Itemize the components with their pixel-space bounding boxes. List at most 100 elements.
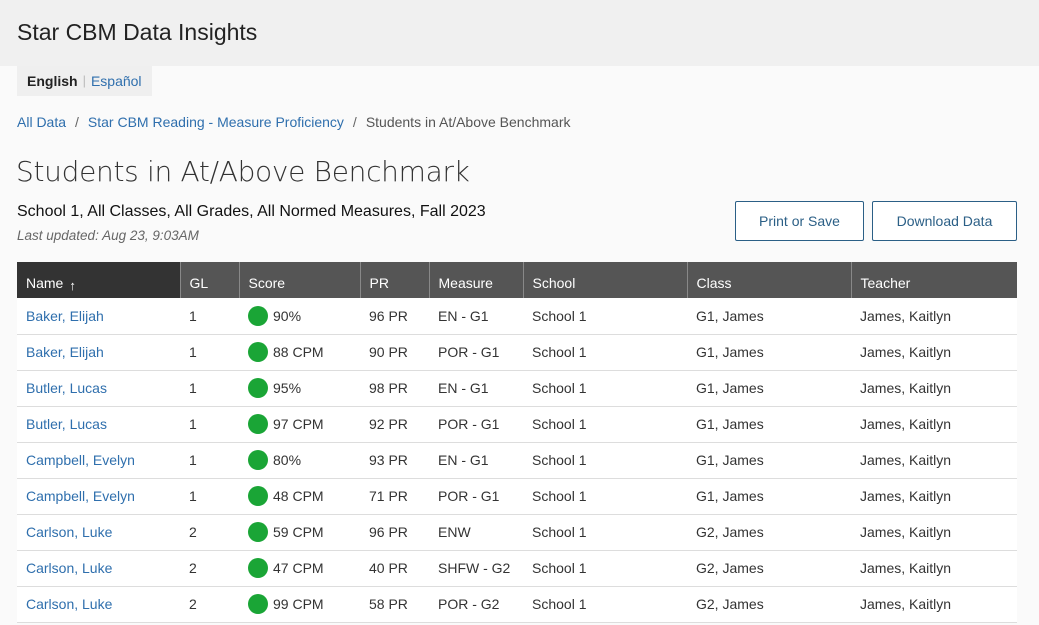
score-value: 80% bbox=[273, 452, 302, 468]
language-separator: | bbox=[82, 73, 86, 88]
breadcrumb-all-data[interactable]: All Data bbox=[17, 114, 66, 130]
column-header-label: GL bbox=[189, 275, 209, 291]
cell-percentile-rank: 58 PR bbox=[360, 586, 429, 623]
score-value: 99 CPM bbox=[273, 596, 324, 612]
column-header-label: Class bbox=[696, 275, 732, 291]
column-header-teacher[interactable]: Teacher bbox=[851, 262, 1017, 298]
cell-name-link[interactable]: Carlson, Luke bbox=[17, 586, 180, 623]
table-row: Carlson, Luke 2 99 CPM 58 PR POR - G2 School … bbox=[17, 586, 1017, 623]
cell-school: School 1 bbox=[523, 478, 687, 515]
breadcrumb-measure-proficiency[interactable]: Star CBM Reading - Measure Proficiency bbox=[88, 114, 344, 130]
cell-name-link[interactable]: Carlson, Luke bbox=[17, 550, 180, 587]
cell-percentile-rank: 93 PR bbox=[360, 442, 429, 479]
benchmark-status-icon bbox=[248, 558, 268, 578]
download-data-button[interactable]: Download Data bbox=[872, 201, 1017, 241]
score-value: 48 CPM bbox=[273, 488, 324, 504]
cell-percentile-rank: 92 PR bbox=[360, 406, 429, 443]
breadcrumb-current: Students in At/Above Benchmark bbox=[365, 114, 571, 130]
column-header-class[interactable]: Class bbox=[687, 262, 852, 298]
column-header-label: Score bbox=[248, 275, 286, 291]
cell-percentile-rank: 98 PR bbox=[360, 370, 429, 407]
cell-name-link[interactable]: Campbell, Evelyn bbox=[17, 478, 180, 515]
cell-class: G1, James bbox=[687, 442, 851, 479]
table-row: Carlson, Luke 2 47 CPM 40 PR SHFW - G2 School… bbox=[17, 550, 1017, 587]
column-header-score[interactable]: Score bbox=[239, 262, 361, 298]
cell-grade-level: 2 bbox=[180, 550, 239, 587]
cell-measure: SHFW - G2 bbox=[429, 550, 523, 587]
column-header-name[interactable]: Name ↑ bbox=[17, 262, 181, 298]
benchmark-status-icon bbox=[248, 450, 268, 470]
cell-name-link[interactable]: Baker, Elijah bbox=[17, 298, 180, 335]
breadcrumb: All Data / Star CBM Reading - Measure Pr… bbox=[17, 114, 571, 130]
column-header-gl[interactable]: GL bbox=[180, 262, 240, 298]
cell-name-link[interactable]: Campbell, Evelyn bbox=[17, 442, 180, 479]
cell-teacher: James, Kaitlyn bbox=[851, 370, 1017, 407]
table-row: Butler, Lucas 1 97 CPM 92 PR POR - G1 School … bbox=[17, 406, 1017, 443]
cell-school: School 1 bbox=[523, 586, 687, 623]
cell-name-link[interactable]: Carlson, Luke bbox=[17, 514, 180, 551]
cell-score: 88 CPM bbox=[239, 334, 360, 371]
cell-measure: POR - G2 bbox=[429, 586, 523, 623]
benchmark-status-icon bbox=[248, 594, 268, 614]
cell-school: School 1 bbox=[523, 298, 687, 335]
cell-score: 97 CPM bbox=[239, 406, 360, 443]
cell-name-link[interactable]: Baker, Elijah bbox=[17, 334, 180, 371]
cell-measure: EN - G1 bbox=[429, 298, 523, 335]
cell-class: G1, James bbox=[687, 406, 851, 443]
language-switcher: English | Español bbox=[17, 66, 152, 96]
cell-grade-level: 1 bbox=[180, 478, 239, 515]
arrow-up-icon: ↑ bbox=[69, 278, 76, 293]
table-row: Baker, Elijah 1 88 CPM 90 PR POR - G1 School … bbox=[17, 334, 1017, 371]
score-value: 97 CPM bbox=[273, 416, 324, 432]
column-header-pr[interactable]: PR bbox=[360, 262, 430, 298]
cell-score: 59 CPM bbox=[239, 514, 360, 551]
print-or-save-button[interactable]: Print or Save bbox=[735, 201, 864, 241]
cell-measure: ENW bbox=[429, 514, 523, 551]
table-row: Campbell, Evelyn 1 48 CPM 71 PR POR - G1 Scho… bbox=[17, 478, 1017, 515]
benchmark-status-icon bbox=[248, 342, 268, 362]
cell-score: 99 CPM bbox=[239, 586, 360, 623]
language-english[interactable]: English bbox=[27, 73, 78, 89]
cell-percentile-rank: 40 PR bbox=[360, 550, 429, 587]
benchmark-status-icon bbox=[248, 305, 268, 326]
cell-score: 95% bbox=[239, 370, 360, 407]
cell-percentile-rank: 96 PR bbox=[360, 514, 429, 551]
benchmark-status-icon bbox=[248, 378, 268, 398]
language-espanol[interactable]: Español bbox=[91, 73, 142, 89]
score-value: 88 CPM bbox=[273, 344, 324, 360]
cell-school: School 1 bbox=[523, 370, 687, 407]
cell-school: School 1 bbox=[523, 334, 687, 371]
table-row: Butler, Lucas 1 95% 98 PR EN - G1 School 1 G1,… bbox=[17, 370, 1017, 407]
score-value: 95% bbox=[273, 380, 302, 396]
cell-percentile-rank: 90 PR bbox=[360, 334, 429, 371]
column-header-measure[interactable]: Measure bbox=[429, 262, 524, 298]
cell-score: 48 CPM bbox=[239, 478, 360, 515]
cell-grade-level: 2 bbox=[180, 586, 239, 623]
table-header-row: Name ↑ GL Score PR Measure School Class T… bbox=[17, 262, 1017, 298]
benchmark-status-icon bbox=[248, 486, 268, 506]
cell-percentile-rank: 71 PR bbox=[360, 478, 429, 515]
cell-grade-level: 2 bbox=[180, 514, 239, 551]
cell-teacher: James, Kaitlyn bbox=[851, 406, 1017, 443]
cell-percentile-rank: 96 PR bbox=[360, 298, 429, 335]
filter-summary: School 1, All Classes, All Grades, All N… bbox=[17, 203, 486, 220]
app-title: Star CBM Data Insights bbox=[17, 18, 258, 45]
cell-class: G2, James bbox=[687, 586, 851, 623]
cell-teacher: James, Kaitlyn bbox=[851, 334, 1017, 371]
cell-teacher: James, Kaitlyn bbox=[851, 586, 1017, 623]
column-header-label: PR bbox=[369, 275, 389, 291]
cell-class: G2, James bbox=[687, 514, 851, 551]
cell-grade-level: 1 bbox=[180, 406, 239, 443]
score-value: 47 CPM bbox=[273, 560, 324, 576]
breadcrumb-separator: / bbox=[352, 114, 357, 130]
table-row: Campbell, Evelyn 1 80% 93 PR EN - G1 School 1… bbox=[17, 442, 1017, 479]
cell-class: G1, James bbox=[687, 298, 851, 335]
cell-school: School 1 bbox=[523, 514, 687, 551]
column-header-school[interactable]: School bbox=[523, 262, 688, 298]
cell-school: School 1 bbox=[523, 406, 687, 443]
cell-measure: POR - G1 bbox=[429, 406, 523, 443]
cell-name-link[interactable]: Butler, Lucas bbox=[17, 406, 180, 443]
cell-name-link[interactable]: Butler, Lucas bbox=[17, 370, 180, 407]
cell-score: 90% bbox=[239, 298, 360, 335]
cell-class: G2, James bbox=[687, 550, 851, 587]
